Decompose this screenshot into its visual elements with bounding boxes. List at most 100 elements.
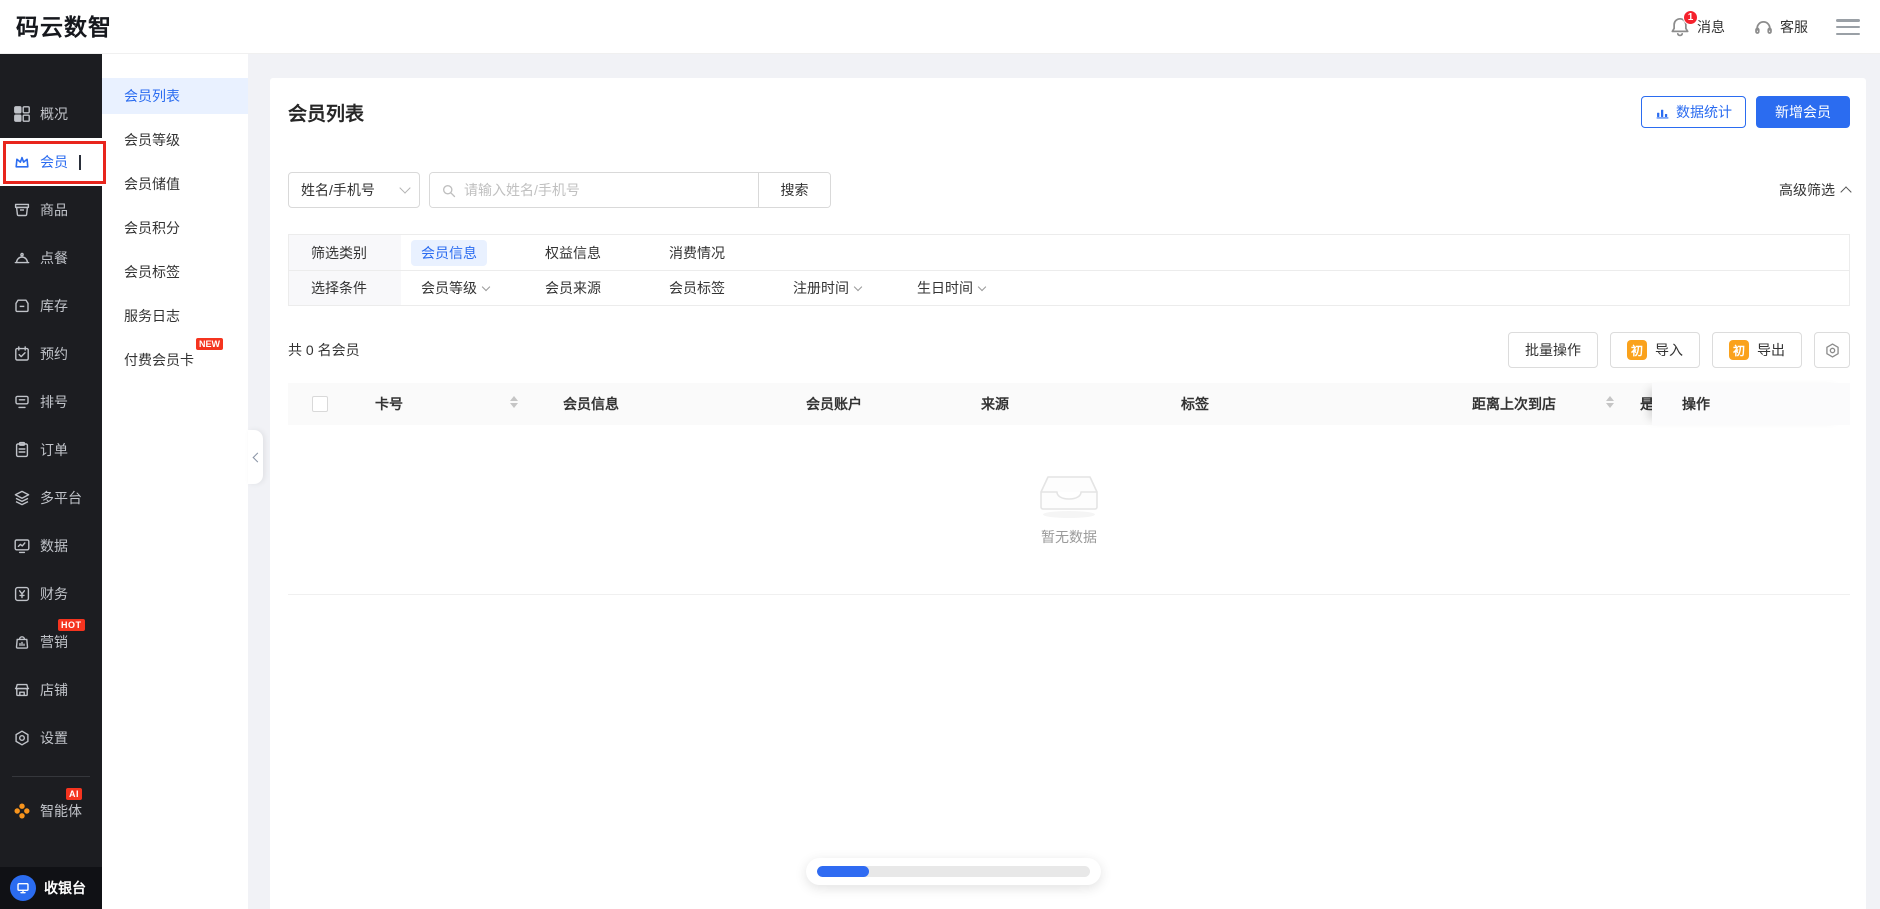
column-last-visit: 距离上次到店 [1472, 396, 1556, 412]
hamburger-menu-icon[interactable] [1836, 19, 1860, 35]
sidebar-item-marketing[interactable]: HOT 营销 [0, 618, 102, 666]
submenu-item-service-log[interactable]: 服务日志 [102, 298, 248, 334]
sidebar-item-settings[interactable]: 设置 [0, 714, 102, 762]
support-button[interactable]: 客服 [1753, 17, 1808, 38]
filter-box: 筛选类别 会员信息 权益信息 消费情况 选择条件 会员等级 会员来源 会员标签 … [288, 234, 1850, 306]
progress-fill [817, 866, 869, 877]
sidebar-collapse-handle[interactable] [248, 430, 263, 484]
submenu-item-paid-member-card[interactable]: 付费会员卡 NEW [102, 338, 248, 378]
select-all-checkbox[interactable] [312, 396, 328, 412]
submenu-label: 会员等级 [124, 132, 180, 148]
chevron-down-icon [399, 182, 411, 194]
column-member-info: 会员信息 [563, 396, 619, 412]
filter-member-level-dropdown[interactable]: 会员等级 [421, 278, 545, 298]
sidebar-item-label: 概况 [40, 106, 68, 122]
column-settings-button[interactable] [1814, 332, 1850, 368]
sidebar-item-overview[interactable]: 概况 [0, 90, 102, 138]
text-cursor [79, 154, 81, 170]
office-file-icon: 初 [1627, 340, 1647, 360]
sidebar-item-label: 智能体 [40, 803, 82, 819]
sidebar-item-label: 数据 [40, 538, 68, 554]
sort-last-visit[interactable] [1606, 396, 1614, 408]
filter-item-label: 生日时间 [917, 280, 973, 296]
export-label: 导出 [1757, 342, 1785, 358]
sidebar-item-orders[interactable]: 订单 [0, 426, 102, 474]
inventory-icon [13, 297, 31, 315]
submenu-label: 付费会员卡 [124, 352, 194, 368]
submenu-label: 会员储值 [124, 176, 180, 192]
empty-inbox-icon [1040, 475, 1098, 518]
submenu-item-member-tags[interactable]: 会员标签 [102, 254, 248, 290]
batch-operation-button[interactable]: 批量操作 [1508, 332, 1598, 368]
import-button[interactable]: 初 导入 [1610, 332, 1700, 368]
sidebar-item-agent[interactable]: AI 智能体 [0, 787, 102, 835]
sidebar-item-store[interactable]: 店铺 [0, 666, 102, 714]
chevron-down-icon [977, 282, 987, 292]
search-field-value: 姓名/手机号 [301, 182, 375, 198]
sidebar-item-multiplatform[interactable]: 多平台 [0, 474, 102, 522]
sort-card-number[interactable] [510, 396, 518, 408]
cashier-button[interactable]: 收银台 [0, 867, 102, 909]
data-statistics-button[interactable]: 数据统计 [1641, 96, 1746, 128]
search-button[interactable]: 搜索 [758, 173, 830, 207]
filter-category-label: 筛选类别 [289, 235, 401, 270]
filter-register-time-dropdown[interactable]: 注册时间 [793, 278, 917, 298]
support-label: 客服 [1780, 19, 1808, 35]
add-member-button[interactable]: 新增会员 [1756, 96, 1850, 128]
sidebar-item-label: 排号 [40, 394, 68, 410]
sidebar-item-finance[interactable]: 财务 [0, 570, 102, 618]
sidebar-item-queue[interactable]: 排号 [0, 378, 102, 426]
filter-tab-label: 权益信息 [545, 244, 601, 261]
shop-bag-icon [13, 633, 31, 651]
bell-icon: 1 [1669, 10, 1698, 38]
messages-button[interactable]: 1 消息 [1669, 10, 1725, 38]
main-content: 会员列表 数据统计 新增会员 姓名/手机号 请输入姓名/手机号 搜索 高级筛选 … [248, 54, 1880, 909]
calendar-check-icon [13, 345, 31, 363]
sidebar-item-label: 营销 [40, 634, 68, 650]
sidebar-item-dining[interactable]: 点餐 [0, 234, 102, 282]
filter-tab-member-info[interactable]: 会员信息 [411, 239, 545, 266]
column-source: 来源 [981, 396, 1009, 412]
member-count: 共 0 名会员 [288, 342, 360, 358]
filter-tab-consumption[interactable]: 消费情况 [669, 243, 793, 263]
grid-icon [13, 105, 31, 123]
column-member-account: 会员账户 [806, 396, 862, 412]
advanced-filter-toggle[interactable]: 高级筛选 [1779, 180, 1852, 200]
submenu-label: 会员积分 [124, 220, 180, 236]
filter-item-label: 注册时间 [793, 280, 849, 296]
filter-member-source[interactable]: 会员来源 [545, 278, 669, 298]
submenu-item-member-stored-value[interactable]: 会员储值 [102, 166, 248, 202]
sidebar-item-booking[interactable]: 预约 [0, 330, 102, 378]
filter-tab-benefit-info[interactable]: 权益信息 [545, 243, 669, 263]
storefront-icon [13, 681, 31, 699]
search-input[interactable] [430, 173, 758, 207]
submenu-item-member-list[interactable]: 会员列表 [102, 78, 248, 114]
filter-item-label: 会员来源 [545, 280, 601, 296]
sidebar-item-data[interactable]: 数据 [0, 522, 102, 570]
sidebar-item-label: 库存 [40, 298, 68, 314]
sidebar-item-members[interactable]: 会员 [0, 138, 102, 186]
search-field-select[interactable]: 姓名/手机号 [288, 172, 420, 208]
bar-chart-icon [1655, 105, 1670, 120]
submenu-label: 服务日志 [124, 308, 180, 324]
submenu-item-member-points[interactable]: 会员积分 [102, 210, 248, 246]
sidebar-item-label: 财务 [40, 586, 68, 602]
chevron-down-icon [853, 282, 863, 292]
export-button[interactable]: 初 导出 [1712, 332, 1802, 368]
submenu-label: 会员标签 [124, 264, 180, 280]
filter-birthday-time-dropdown[interactable]: 生日时间 [917, 278, 1041, 298]
sidebar-item-label: 点餐 [40, 250, 68, 266]
hot-badge: HOT [58, 619, 85, 631]
headset-icon [1753, 17, 1774, 38]
sidebar-item-inventory[interactable]: 库存 [0, 282, 102, 330]
chevron-down-icon [481, 282, 491, 292]
sidebar-item-label: 预约 [40, 346, 68, 362]
submenu-item-member-level[interactable]: 会员等级 [102, 122, 248, 158]
filter-item-label: 会员标签 [669, 280, 725, 296]
filter-member-tag[interactable]: 会员标签 [669, 278, 793, 298]
ticket-machine-icon [13, 393, 31, 411]
filter-tab-label: 会员信息 [411, 239, 487, 266]
messages-label: 消息 [1697, 19, 1725, 35]
app-logo: 码云数智 [16, 14, 112, 40]
sidebar-item-goods[interactable]: 商品 [0, 186, 102, 234]
